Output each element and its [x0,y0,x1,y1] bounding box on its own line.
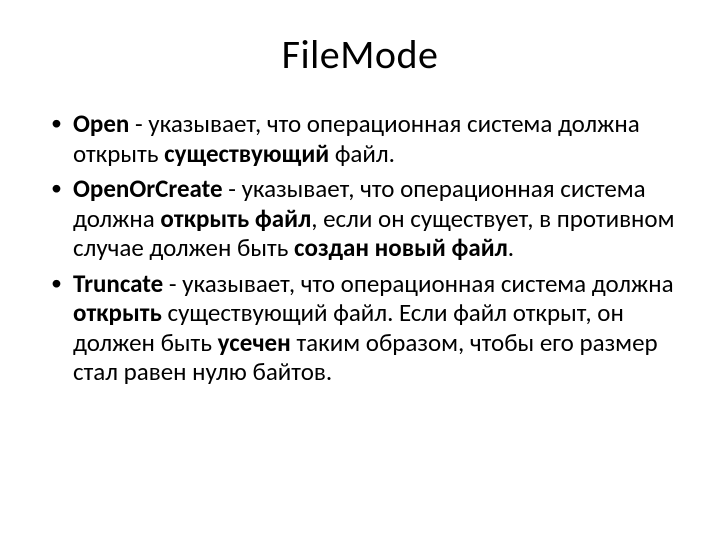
bold-text: усечен [218,327,291,358]
bold-text: существующий [164,138,329,169]
slide: FileMode Open - указывает, что операцион… [0,0,720,540]
bullet-list: Open - указывает, что операционная систе… [45,109,675,387]
text: - указывает, что операционная система до… [163,268,673,299]
bold-text: открыть файл [160,203,311,234]
term: Open [73,108,129,139]
slide-title: FileMode [45,30,675,79]
text: файл. [329,138,395,169]
list-item: OpenOrCreate - указывает, что операционн… [45,174,675,263]
list-item: Truncate - указывает, что операционная с… [45,269,675,387]
term: OpenOrCreate [73,173,223,204]
term: Truncate [73,268,163,299]
bold-text: создан новый файл [294,232,508,263]
text: . [508,232,514,263]
bold-text: открыть [73,297,162,328]
list-item: Open - указывает, что операционная систе… [45,109,675,168]
